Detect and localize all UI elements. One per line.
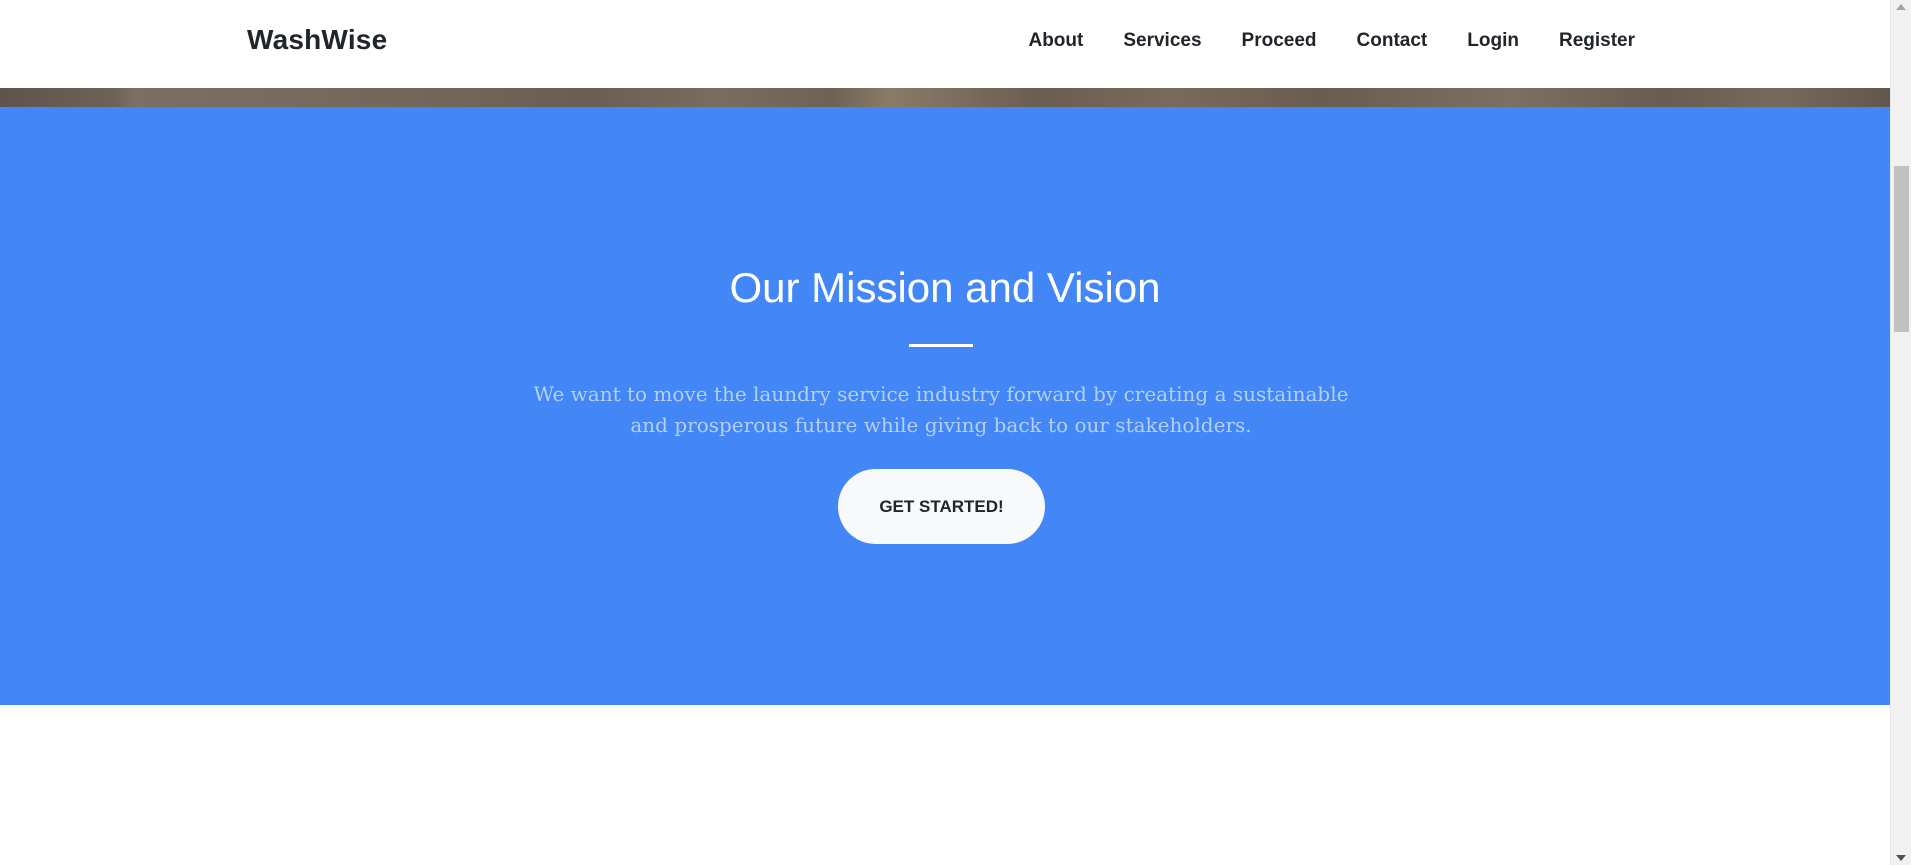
nav-link-contact[interactable]: Contact (1357, 30, 1428, 52)
get-started-button[interactable]: GET STARTED! (838, 469, 1045, 544)
mission-section: Our Mission and Vision We want to move t… (0, 107, 1890, 705)
nav-link-login[interactable]: Login (1467, 30, 1519, 52)
scroll-thumb[interactable] (1894, 166, 1909, 332)
navbar: WashWise About Services Proceed Contact … (0, 0, 1890, 88)
nav-link-about[interactable]: About (1028, 30, 1083, 52)
scroll-up-arrow-icon[interactable] (1896, 4, 1906, 10)
scrollbar[interactable] (1890, 0, 1911, 865)
mission-text: We want to move the laundry service indu… (533, 382, 1349, 437)
brand-logo[interactable]: WashWise (247, 24, 387, 56)
page: WashWise About Services Proceed Contact … (0, 0, 1911, 865)
nav-link-services[interactable]: Services (1123, 30, 1201, 52)
mission-title: Our Mission and Vision (729, 264, 1161, 311)
title-divider (909, 344, 973, 347)
scroll-down-arrow-icon[interactable] (1896, 855, 1906, 861)
hero-image-strip (0, 88, 1890, 107)
nav-links: About Services Proceed Contact Login Reg… (1028, 30, 1635, 52)
nav-link-proceed[interactable]: Proceed (1242, 30, 1317, 52)
nav-link-register[interactable]: Register (1559, 30, 1635, 52)
